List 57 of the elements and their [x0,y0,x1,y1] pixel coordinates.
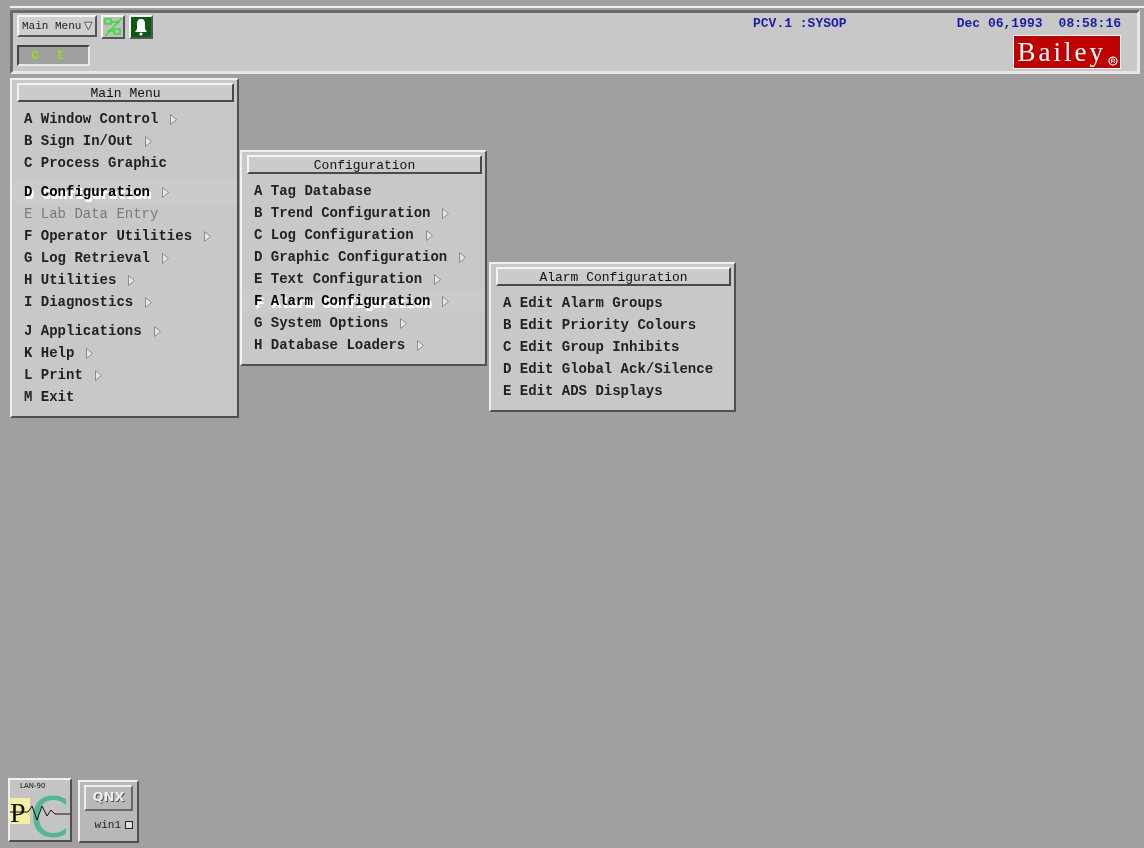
menu-item[interactable]: E Text Configuration [242,268,485,290]
caret-icon [84,21,93,31]
bell-icon[interactable] [129,15,153,39]
qnx-window-button[interactable]: QNX win1 [78,780,139,843]
submenu-arrow-icon [442,207,450,219]
menu-item[interactable]: A Tag Database [242,180,485,202]
menu-title: Alarm Configuration [496,267,731,286]
submenu-arrow-icon [434,273,442,285]
qnx-label: QNX [84,785,133,811]
registered-icon [1108,56,1118,66]
menu-item[interactable]: B Edit Priority Colours [491,314,734,336]
submenu-arrow-icon [145,135,153,147]
menu-item[interactable]: H Database Loaders [242,334,485,356]
menu-item[interactable]: D Graphic Configuration [242,246,485,268]
menu-title: Configuration [247,155,482,174]
menu-item[interactable]: G System Options [242,312,485,334]
submenu-arrow-icon [425,229,433,241]
menu-item[interactable]: K Help [12,342,237,364]
menu-item[interactable]: A Edit Alarm Groups [491,292,734,314]
menu-item[interactable]: D Edit Global Ack/Silence [491,358,734,380]
menu-item[interactable]: G Log Retrieval [12,247,237,269]
window-label: win1 [94,819,121,831]
submenu-arrow-icon [153,325,161,337]
menu-item[interactable]: A Window Control [12,108,237,130]
submenu-arrow-icon [162,186,170,198]
network-icon[interactable] [101,15,125,39]
user-label: PCV.1 :SYSOP [753,15,848,33]
submenu-arrow-icon [459,251,467,263]
submenu-arrow-icon [400,317,408,329]
submenu-arrow-icon [145,296,153,308]
date-label: Dec 06,1993 [956,16,1043,31]
menu-item[interactable]: M Exit [12,386,237,408]
submenu-arrow-icon [442,295,450,307]
menu-item[interactable]: B Sign In/Out [12,130,237,152]
time-label: 08:58:16 [1058,16,1121,31]
menu-item[interactable]: C Log Configuration [242,224,485,246]
menu-item[interactable]: F Operator Utilities [12,225,237,247]
submenu-arrow-icon [86,347,94,359]
submenu-arrow-icon [417,339,425,351]
submenu-arrow-icon [94,369,102,381]
submenu-arrow-icon [162,252,170,264]
submenu-arrow-icon [204,230,212,242]
menu-item[interactable]: E Edit ADS Displays [491,380,734,402]
menu-item[interactable]: C Edit Group Inhibits [491,336,734,358]
logo: Bailey [1012,35,1121,69]
menu-item[interactable]: B Trend Configuration [242,202,485,224]
menu-item[interactable]: I Diagnostics [12,291,237,313]
menu-item[interactable]: J Applications [12,320,237,342]
menu-title: Main Menu [17,83,234,102]
mode-field: c t [17,45,90,66]
submenu-arrow-icon [128,274,136,286]
menu-item[interactable]: C Process Graphic [12,152,237,174]
window-box-icon [125,821,133,829]
menu-item[interactable]: L Print [12,364,237,386]
menu-item[interactable]: H Utilities [12,269,237,291]
submenu-arrow-icon [170,113,178,125]
main-menu-dropdown[interactable]: Main Menu [17,15,97,37]
